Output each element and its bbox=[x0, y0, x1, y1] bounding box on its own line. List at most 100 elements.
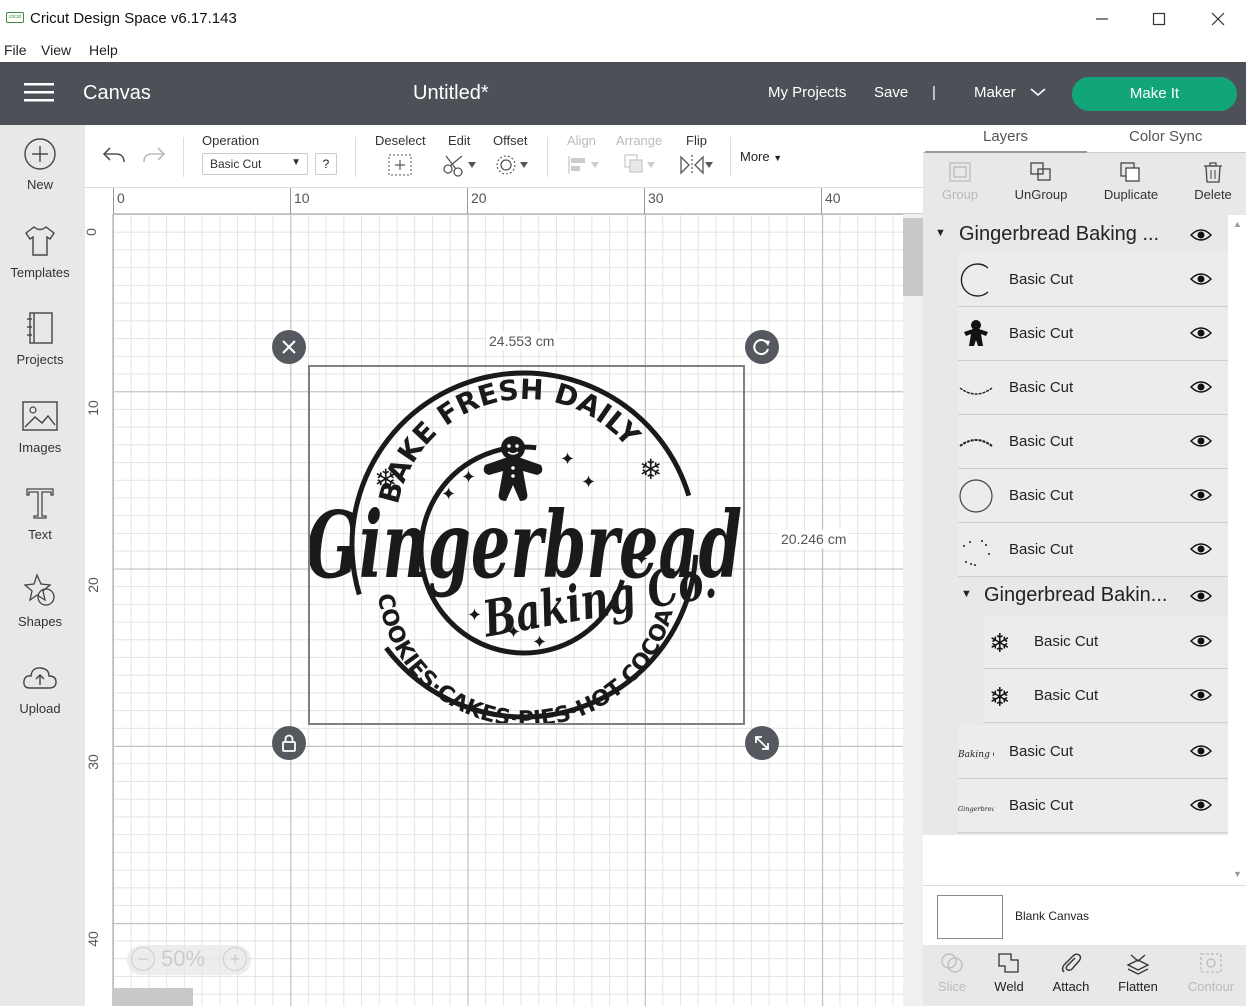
ungroup-button[interactable]: UnGroup bbox=[1001, 161, 1081, 202]
layer-row[interactable]: Basic Cut bbox=[958, 523, 1228, 577]
resize-handle[interactable] bbox=[745, 726, 779, 760]
deselect-button[interactable] bbox=[388, 154, 412, 181]
layer-row[interactable]: Basic Cut bbox=[958, 469, 1228, 523]
flatten-button[interactable]: Flatten bbox=[1103, 951, 1173, 994]
eye-icon[interactable] bbox=[1190, 488, 1212, 502]
eye-icon[interactable] bbox=[1190, 798, 1212, 812]
layer-tools: Group UnGroup Duplicate Delete bbox=[923, 153, 1246, 215]
layer-row[interactable]: Basic Cut bbox=[958, 415, 1228, 469]
weld-button[interactable]: Weld bbox=[974, 951, 1044, 994]
vertical-scrollbar[interactable] bbox=[903, 214, 923, 1006]
menu-file[interactable]: File bbox=[4, 42, 27, 58]
offset-button[interactable] bbox=[495, 153, 531, 182]
duplicate-button[interactable]: Duplicate bbox=[1091, 161, 1171, 202]
trash-icon bbox=[1204, 162, 1222, 183]
eye-icon[interactable] bbox=[1190, 272, 1212, 286]
ruler-v-label: 20 bbox=[85, 577, 101, 593]
sidebar-item-projects[interactable]: Projects bbox=[0, 310, 80, 367]
tab-color-sync[interactable]: Color Sync bbox=[1129, 128, 1202, 145]
close-window-button[interactable] bbox=[1190, 4, 1246, 34]
make-it-button[interactable]: Make It bbox=[1072, 77, 1237, 111]
operation-select[interactable]: Basic Cut ▼ bbox=[202, 153, 308, 175]
menu-help[interactable]: Help bbox=[89, 42, 118, 58]
layer-row[interactable]: ❄ Basic Cut bbox=[983, 615, 1228, 669]
operation-help-button[interactable]: ? bbox=[315, 153, 337, 175]
arrange-button[interactable] bbox=[623, 153, 657, 182]
layer-row[interactable]: ❄ Basic Cut bbox=[983, 669, 1228, 723]
rotate-handle[interactable] bbox=[745, 330, 779, 364]
lock-handle[interactable] bbox=[272, 726, 306, 760]
horizontal-scroll-thumb[interactable] bbox=[113, 988, 193, 1006]
svg-text:Baking Co.: Baking Co. bbox=[958, 750, 994, 760]
my-projects-link[interactable]: My Projects bbox=[768, 84, 846, 101]
eye-icon[interactable] bbox=[1190, 228, 1212, 242]
sidebar-label-images: Images bbox=[18, 440, 62, 455]
align-button[interactable] bbox=[567, 153, 601, 182]
menu-view[interactable]: View bbox=[41, 42, 71, 58]
hamburger-menu-button[interactable] bbox=[24, 82, 56, 109]
layer-row[interactable]: Basic Cut bbox=[958, 253, 1228, 307]
blank-canvas-row[interactable]: Blank Canvas bbox=[923, 885, 1246, 945]
sidebar-item-text[interactable]: Text bbox=[0, 485, 80, 542]
save-button[interactable]: Save bbox=[874, 84, 908, 101]
rotate-icon bbox=[753, 339, 770, 356]
sidebar-item-images[interactable]: Images bbox=[0, 398, 80, 455]
collapse-arrow-icon[interactable]: ▼ bbox=[935, 227, 946, 239]
layer-row[interactable]: Basic Cut bbox=[958, 361, 1228, 415]
ruler-h-label: 10 bbox=[294, 190, 310, 206]
canvas-area: 0 10 20 30 40 0 10 20 30 40 BAKE FRESH D… bbox=[85, 188, 923, 1006]
sidebar-label-new: New bbox=[26, 177, 53, 192]
attach-button[interactable]: Attach bbox=[1036, 951, 1106, 994]
resize-arrows-icon bbox=[755, 736, 769, 750]
arrange-label: Arrange bbox=[616, 133, 663, 148]
delete-handle[interactable] bbox=[272, 330, 306, 364]
layer-row[interactable]: Gingerbread Basic Cut bbox=[958, 779, 1228, 833]
eye-icon[interactable] bbox=[1190, 688, 1212, 702]
paperclip-icon bbox=[1061, 953, 1082, 973]
slice-icon bbox=[941, 953, 963, 973]
redo-button[interactable] bbox=[141, 143, 167, 172]
vertical-scroll-thumb[interactable] bbox=[903, 218, 923, 296]
sidebar-item-new[interactable]: New bbox=[0, 137, 80, 192]
contour-button[interactable]: Contour bbox=[1176, 951, 1246, 994]
section-title: Canvas bbox=[83, 82, 151, 104]
maximize-button[interactable] bbox=[1131, 4, 1187, 34]
scroll-up-icon[interactable]: ▲ bbox=[1233, 219, 1242, 229]
eye-icon[interactable] bbox=[1190, 589, 1212, 603]
machine-selector[interactable]: Maker bbox=[974, 84, 1046, 101]
eye-icon[interactable] bbox=[1190, 380, 1212, 394]
edit-button[interactable] bbox=[442, 153, 478, 182]
group-icon bbox=[949, 162, 971, 182]
lock-icon bbox=[282, 734, 296, 752]
eye-icon[interactable] bbox=[1190, 744, 1212, 758]
eye-icon[interactable] bbox=[1190, 542, 1212, 556]
eye-icon[interactable] bbox=[1190, 434, 1212, 448]
flip-button[interactable] bbox=[679, 153, 715, 182]
sidebar-item-upload[interactable]: Upload bbox=[0, 661, 80, 716]
eye-icon[interactable] bbox=[1190, 326, 1212, 340]
sidebar-item-shapes[interactable]: Shapes bbox=[0, 572, 80, 629]
more-button[interactable]: More ▼ bbox=[740, 149, 782, 164]
layers-scrollbar[interactable]: ▲ ▼ bbox=[1228, 215, 1246, 975]
title-bar: cricut Cricut Design Space v6.17.143 bbox=[0, 0, 1246, 38]
blank-canvas-swatch[interactable] bbox=[937, 895, 1003, 939]
tab-layers[interactable]: Layers bbox=[983, 128, 1028, 145]
group-button[interactable]: Group bbox=[920, 161, 1000, 202]
delete-button[interactable]: Delete bbox=[1173, 161, 1246, 202]
zoom-in-button[interactable]: + bbox=[223, 947, 247, 971]
sidebar-label-projects: Projects bbox=[16, 352, 64, 367]
layer-group-2[interactable]: ▼ Gingerbread Bakin... bbox=[958, 578, 1228, 614]
layer-row[interactable]: Basic Cut bbox=[958, 307, 1228, 361]
zoom-control: − 50% + bbox=[127, 945, 251, 975]
eye-icon[interactable] bbox=[1190, 634, 1212, 648]
layer-group-1[interactable]: ▼ Gingerbread Baking ... bbox=[923, 217, 1228, 253]
collapse-arrow-icon[interactable]: ▼ bbox=[961, 588, 972, 600]
zoom-out-button[interactable]: − bbox=[131, 947, 155, 971]
ruler-v-label: 30 bbox=[85, 754, 101, 770]
minimize-button[interactable] bbox=[1074, 4, 1130, 34]
selection-box[interactable] bbox=[308, 365, 745, 725]
scroll-down-icon[interactable]: ▼ bbox=[1233, 869, 1242, 879]
undo-button[interactable] bbox=[101, 143, 127, 172]
sidebar-item-templates[interactable]: Templates bbox=[0, 223, 80, 280]
layer-row[interactable]: Baking Co. Basic Cut bbox=[958, 725, 1228, 779]
